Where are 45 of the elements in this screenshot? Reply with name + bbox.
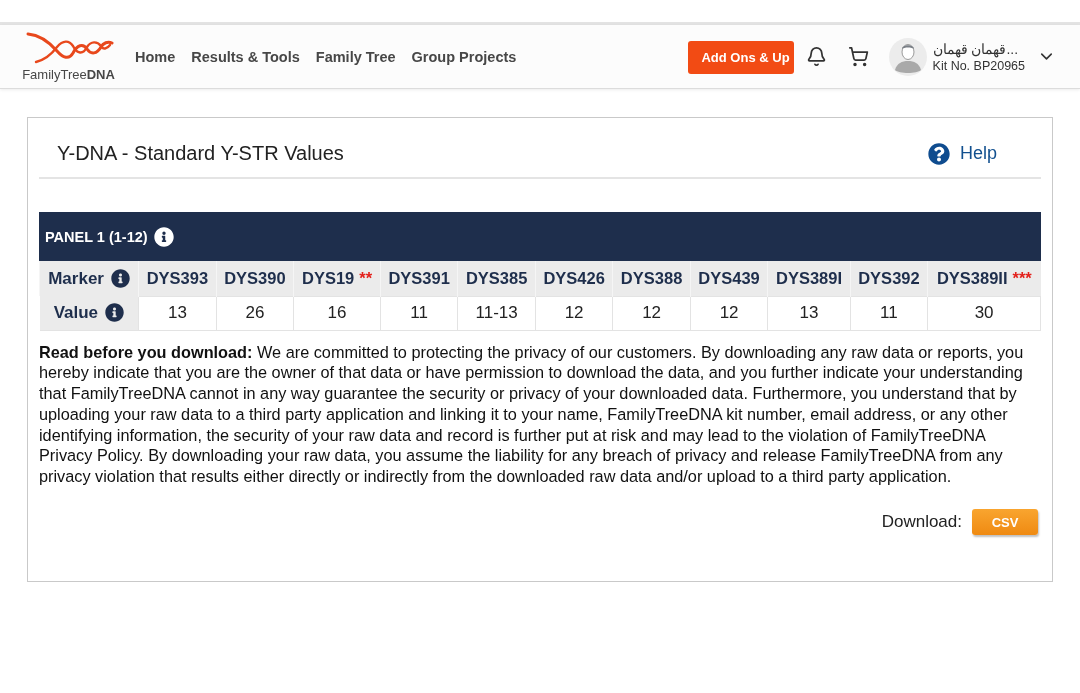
- user-name: قهمان قهمان...: [932, 40, 1020, 57]
- table-cell: 11: [380, 296, 458, 330]
- info-icon[interactable]: [153, 226, 174, 247]
- table-cell: 12: [535, 296, 613, 330]
- marker-name: DYS389I: [776, 268, 843, 287]
- help-link[interactable]: Help: [959, 143, 997, 164]
- table-cell: 13: [767, 296, 851, 330]
- nav-link[interactable]: Family Tree: [315, 48, 396, 65]
- marker-name: DYS390: [224, 268, 286, 287]
- row-label: Value: [53, 302, 99, 322]
- nav-link[interactable]: Group Projects: [411, 48, 517, 65]
- marker-name: DYS392: [858, 268, 920, 287]
- marker-name: DYS391: [388, 268, 450, 287]
- help-icon[interactable]: [927, 142, 950, 165]
- marker-name: DYS439: [698, 268, 760, 287]
- marker-name: DYS426: [543, 268, 605, 287]
- marker-name: DYS19: [301, 268, 355, 287]
- table-cell: 11: [850, 296, 928, 330]
- table-cell: 12: [690, 296, 768, 330]
- table-cell: 26: [216, 296, 294, 330]
- row-label: Marker: [48, 268, 104, 288]
- footnote-mark: ***: [1012, 268, 1032, 287]
- add-ons-button[interactable]: Add Ons & Up: [688, 41, 794, 74]
- logo-text[interactable]: FamilyTreeDNA: [22, 67, 115, 82]
- table-cell: 12: [612, 296, 691, 330]
- panel-title: PANEL 1 (1-12): [45, 228, 148, 245]
- page-title: Y-DNA - Standard Y-STR Values: [57, 142, 344, 165]
- marker-name: DYS385: [465, 268, 528, 287]
- shopping-cart-icon[interactable]: [847, 46, 869, 67]
- table-cell: 30: [927, 296, 1041, 330]
- info-icon[interactable]: [110, 269, 130, 288]
- table-cell: 11-13: [457, 296, 536, 330]
- nav-link[interactable]: Home: [135, 48, 176, 65]
- kit-number: Kit No. BP20965: [932, 58, 1025, 73]
- table-cell: 16: [293, 296, 381, 330]
- notification-bell-icon[interactable]: [805, 46, 827, 67]
- table-cell: 13: [138, 296, 217, 330]
- nav-link[interactable]: Results & Tools: [191, 48, 300, 65]
- marker-name: DYS393: [146, 268, 209, 287]
- marker-name: DYS388: [620, 268, 683, 287]
- download-label: Download:: [881, 512, 962, 533]
- footnote-mark: **: [359, 268, 373, 287]
- marker-name: DYS389II: [936, 268, 1008, 287]
- info-icon[interactable]: [105, 303, 125, 323]
- privacy-notice: Read before you download: We are committed to protecting the privacy of our customers. By downloading any raw data or reports, you hereby indicate that you are the owner of that data or have permission to download the data, and you further indicate your understanding that FamilyTreeDNA cannot in any way guarantee the security or privacy of your downloaded data. Furthermore, you understand that by uploading your raw data to a third party application and linking it to your name, FamilyTreeDNA kit number, email address, or any other identifying information, the security of your raw data and record is further put at risk and may lead to the violation of FamilyTreeDNA Privacy Policy. By downloading your raw data, you assume the liability for any breach of privacy and release FamilyTreeDNA from any privacy violation that results either directly or indirectly from the downloaded raw data and/or upload to a third party application.: [39, 341, 1025, 488]
